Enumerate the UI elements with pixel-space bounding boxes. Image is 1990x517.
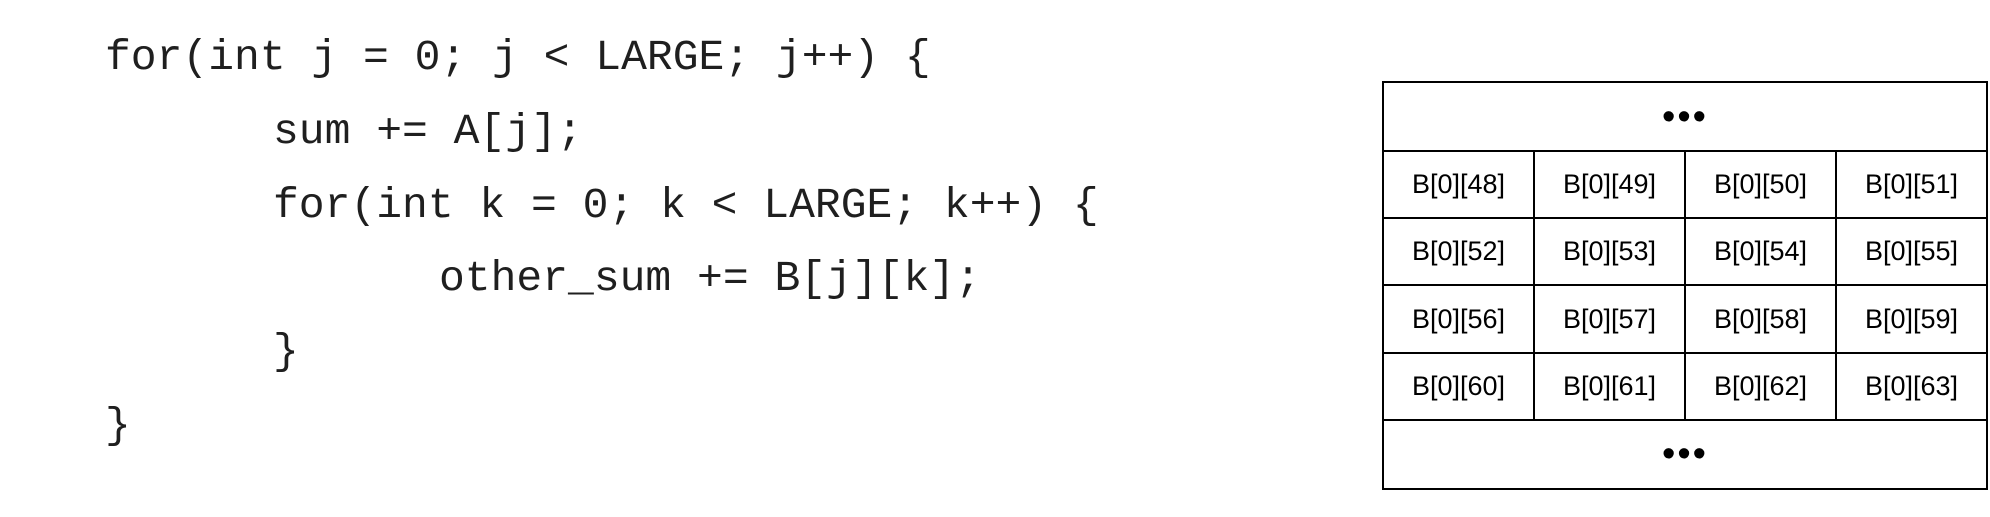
code-line-inner-close: } (273, 327, 299, 376)
top-ellipsis-cell: ••• (1382, 80, 1988, 153)
bottom-ellipsis: ••• (1662, 433, 1708, 476)
code-line-outer-for: for(int j = 0; j < LARGE; j++) { (105, 33, 931, 82)
table-row: B[0][60] B[0][61] B[0][62] B[0][63] (1382, 351, 1988, 421)
memory-cell: B[0][54] (1684, 217, 1837, 287)
memory-cell: B[0][52] (1382, 217, 1535, 287)
top-ellipsis: ••• (1662, 95, 1708, 138)
memory-cell: B[0][58] (1684, 284, 1837, 354)
memory-cell: B[0][56] (1382, 284, 1535, 354)
memory-cell: B[0][55] (1835, 217, 1988, 287)
memory-cell: B[0][59] (1835, 284, 1988, 354)
memory-cell: B[0][51] (1835, 150, 1988, 220)
table-row-top-ellipsis: ••• (1382, 80, 1988, 153)
memory-cell: B[0][63] (1835, 351, 1988, 421)
memory-layout-table: ••• B[0][48] B[0][49] B[0][50] B[0][51] … (1382, 80, 1988, 491)
code-line-sum: sum += A[j]; (273, 107, 583, 156)
memory-cell: B[0][60] (1382, 351, 1535, 421)
table-row: B[0][48] B[0][49] B[0][50] B[0][51] (1382, 150, 1988, 220)
table-row: B[0][56] B[0][57] B[0][58] B[0][59] (1382, 284, 1988, 354)
code-line-inner-for: for(int k = 0; k < LARGE; k++) { (273, 181, 1099, 230)
memory-cell: B[0][61] (1533, 351, 1686, 421)
bottom-ellipsis-cell: ••• (1382, 418, 1988, 491)
memory-cell: B[0][62] (1684, 351, 1837, 421)
memory-cell: B[0][53] (1533, 217, 1686, 287)
memory-cell: B[0][48] (1382, 150, 1535, 220)
table-row-bottom-ellipsis: ••• (1382, 418, 1988, 491)
table-row: B[0][52] B[0][53] B[0][54] B[0][55] (1382, 217, 1988, 287)
memory-cell: B[0][50] (1684, 150, 1837, 220)
code-line-outer-close: } (105, 401, 131, 450)
memory-cell: B[0][57] (1533, 284, 1686, 354)
memory-cell: B[0][49] (1533, 150, 1686, 220)
code-line-other-sum: other_sum += B[j][k]; (439, 254, 981, 303)
